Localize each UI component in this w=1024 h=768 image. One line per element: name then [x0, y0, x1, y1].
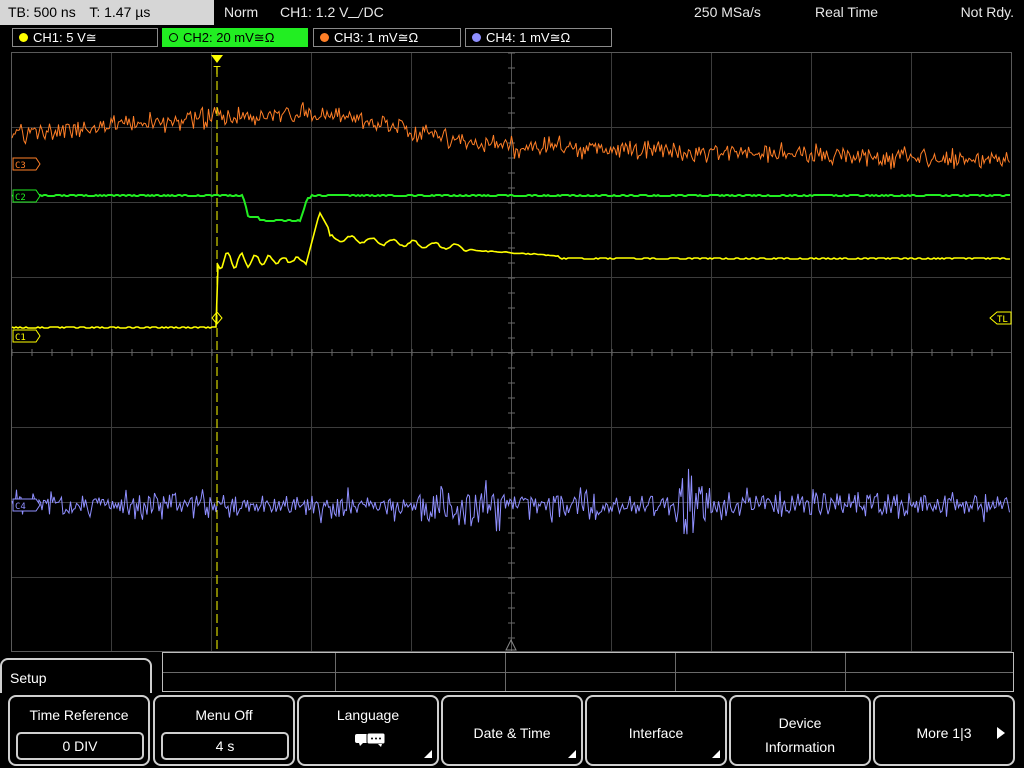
device-information-softkey[interactable]: Device Information — [729, 695, 871, 766]
trigger-position-icon[interactable] — [211, 55, 223, 63]
acquisition-mode[interactable]: Real Time — [815, 0, 878, 25]
info-divider — [675, 653, 676, 691]
marker-c1[interactable]: C1 — [12, 329, 41, 343]
trigger-source: CH1: 1.2 V — [280, 4, 349, 20]
time-reference-softkey[interactable]: Time Reference 0 DIV — [8, 695, 150, 766]
submenu-indicator-icon — [424, 750, 432, 758]
date-time-title: Date & Time — [473, 725, 551, 741]
marker-c1-label: C1 — [15, 333, 26, 343]
marker-c2-label: C2 — [15, 193, 26, 203]
setup-menu-title: Setup — [10, 670, 47, 686]
waveform-display[interactable]: T C3 C2 C1 C4 TL — [0, 48, 1024, 693]
next-page-icon — [997, 727, 1005, 739]
time-reference-title: Time Reference — [29, 707, 129, 723]
menu-off-value: 4 s — [161, 732, 289, 760]
ch1-label: CH1: 5 V≅ — [33, 30, 97, 45]
info-divider — [505, 653, 506, 691]
graticule-ticks — [11, 52, 993, 639]
ch2-color-dot — [169, 33, 178, 42]
device-information-title: Device — [778, 715, 822, 731]
trigger-level-label: TL — [997, 315, 1008, 325]
info-divider — [335, 653, 336, 691]
menu-off-title: Menu Off — [195, 707, 253, 723]
marker-c4-label: C4 — [15, 502, 26, 512]
sample-rate: 250 MSa/s — [694, 4, 761, 20]
more-title: More 1|3 — [916, 725, 972, 741]
channel-tab-ch1[interactable]: CH1: 5 V≅ — [12, 28, 158, 47]
speech-bubbles-icon — [355, 732, 386, 747]
trigger-position-t: T — [213, 64, 221, 77]
ch1-color-dot — [19, 33, 28, 42]
setup-menu-tab[interactable]: Setup — [0, 658, 152, 698]
more-softkey[interactable]: More 1|3 — [873, 695, 1015, 766]
ch2-label: CH2: 20 mV≅Ω — [183, 30, 275, 45]
acquisition-status: Not Rdy. — [960, 4, 1014, 20]
trigger-level-marker[interactable]: TL — [989, 311, 1012, 325]
trigger-coupling: DC — [363, 4, 384, 20]
info-area — [162, 652, 1014, 692]
time-reference-value: 0 DIV — [16, 732, 144, 760]
ch3-color-dot — [320, 33, 329, 42]
info-divider — [845, 653, 846, 691]
channel-tab-ch4[interactable]: CH4: 1 mV≅Ω — [465, 28, 612, 47]
trigger-setting[interactable]: CH1: 1.2 V DC — [280, 0, 384, 25]
timebase-value: TB: 500 ns — [8, 4, 76, 20]
ch3-waveform — [11, 102, 1010, 170]
marker-c2[interactable]: C2 — [12, 189, 41, 203]
softkey-bar: Time Reference 0 DIV Menu Off 4 s Langua… — [0, 693, 1024, 768]
channel-bar: CH1: 5 V≅ CH2: 20 mV≅Ω CH3: 1 mV≅Ω CH4: … — [0, 26, 1024, 48]
ch4-color-dot — [472, 33, 481, 42]
ch4-waveform — [11, 468, 1010, 535]
marker-c4[interactable]: C4 — [12, 498, 41, 512]
interface-softkey[interactable]: Interface — [585, 695, 727, 766]
marker-c3[interactable]: C3 — [12, 157, 41, 171]
date-time-softkey[interactable]: Date & Time — [441, 695, 583, 766]
info-divider — [163, 672, 1013, 673]
trigger-time-value: T: 1.47 µs — [89, 4, 151, 20]
waveform-svg: T C3 C2 C1 C4 TL — [11, 52, 1012, 652]
timebase-box[interactable]: TB: 500 ns T: 1.47 µs — [0, 0, 214, 25]
ch4-label: CH4: 1 mV≅Ω — [486, 30, 571, 45]
channel-tab-ch2[interactable]: CH2: 20 mV≅Ω — [162, 28, 308, 47]
language-title: Language — [336, 707, 400, 723]
menu-off-softkey[interactable]: Menu Off 4 s — [153, 695, 295, 766]
ch3-label: CH3: 1 mV≅Ω — [334, 30, 419, 45]
submenu-indicator-icon — [568, 750, 576, 758]
language-softkey[interactable]: Language — [297, 695, 439, 766]
interface-title: Interface — [628, 725, 684, 741]
channel-tab-ch3[interactable]: CH3: 1 mV≅Ω — [313, 28, 461, 47]
submenu-indicator-icon — [712, 750, 720, 758]
status-bar: TB: 500 ns T: 1.47 µs Norm CH1: 1.2 V DC … — [0, 0, 1024, 26]
rising-edge-icon — [348, 8, 364, 18]
trigger-mode[interactable]: Norm — [224, 0, 258, 25]
device-information-title-line2: Information — [764, 739, 836, 755]
marker-c3-label: C3 — [15, 161, 26, 171]
